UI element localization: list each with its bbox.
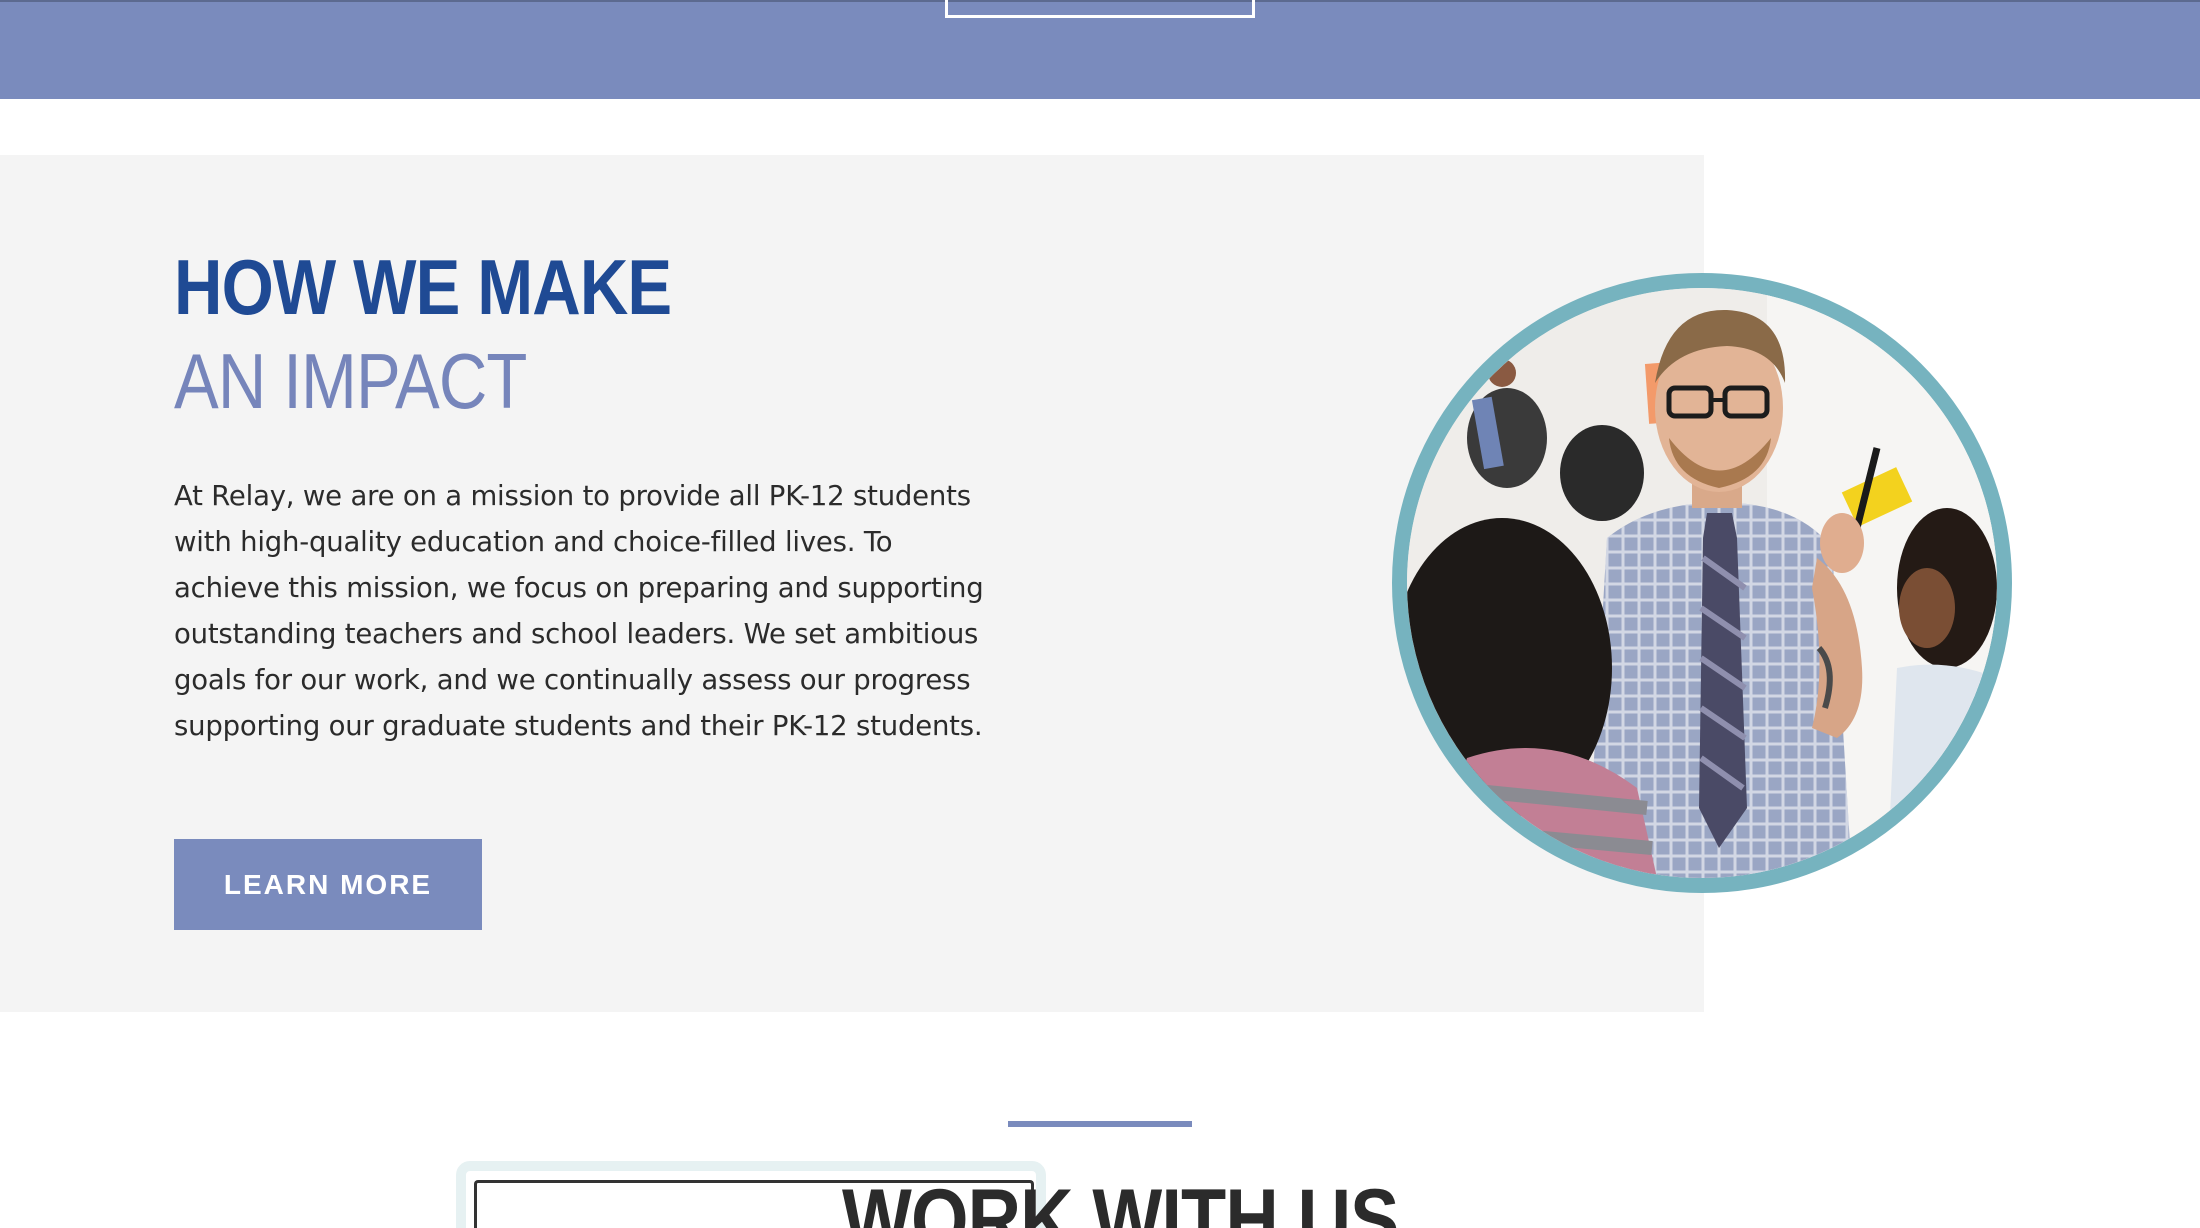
- classroom-teacher-photo: [1392, 273, 2012, 893]
- top-banner: [0, 0, 2200, 99]
- impact-body-text: At Relay, we are on a mission to provide…: [174, 480, 984, 742]
- section-divider: [1008, 1121, 1192, 1127]
- impact-heading: HOW WE MAKE AN IMPACT: [174, 240, 672, 428]
- work-with-us-heading: WORK WITH US: [842, 1172, 1399, 1228]
- impact-heading-line2: AN IMPACT: [174, 337, 527, 425]
- banner-button[interactable]: [945, 0, 1255, 18]
- impact-heading-line1: HOW WE MAKE: [174, 243, 672, 331]
- photo-illustration: [1407, 288, 1997, 878]
- page: HOW WE MAKE AN IMPACT At Relay, we are o…: [0, 0, 2200, 1228]
- learn-more-button[interactable]: LEARN MORE: [174, 839, 482, 930]
